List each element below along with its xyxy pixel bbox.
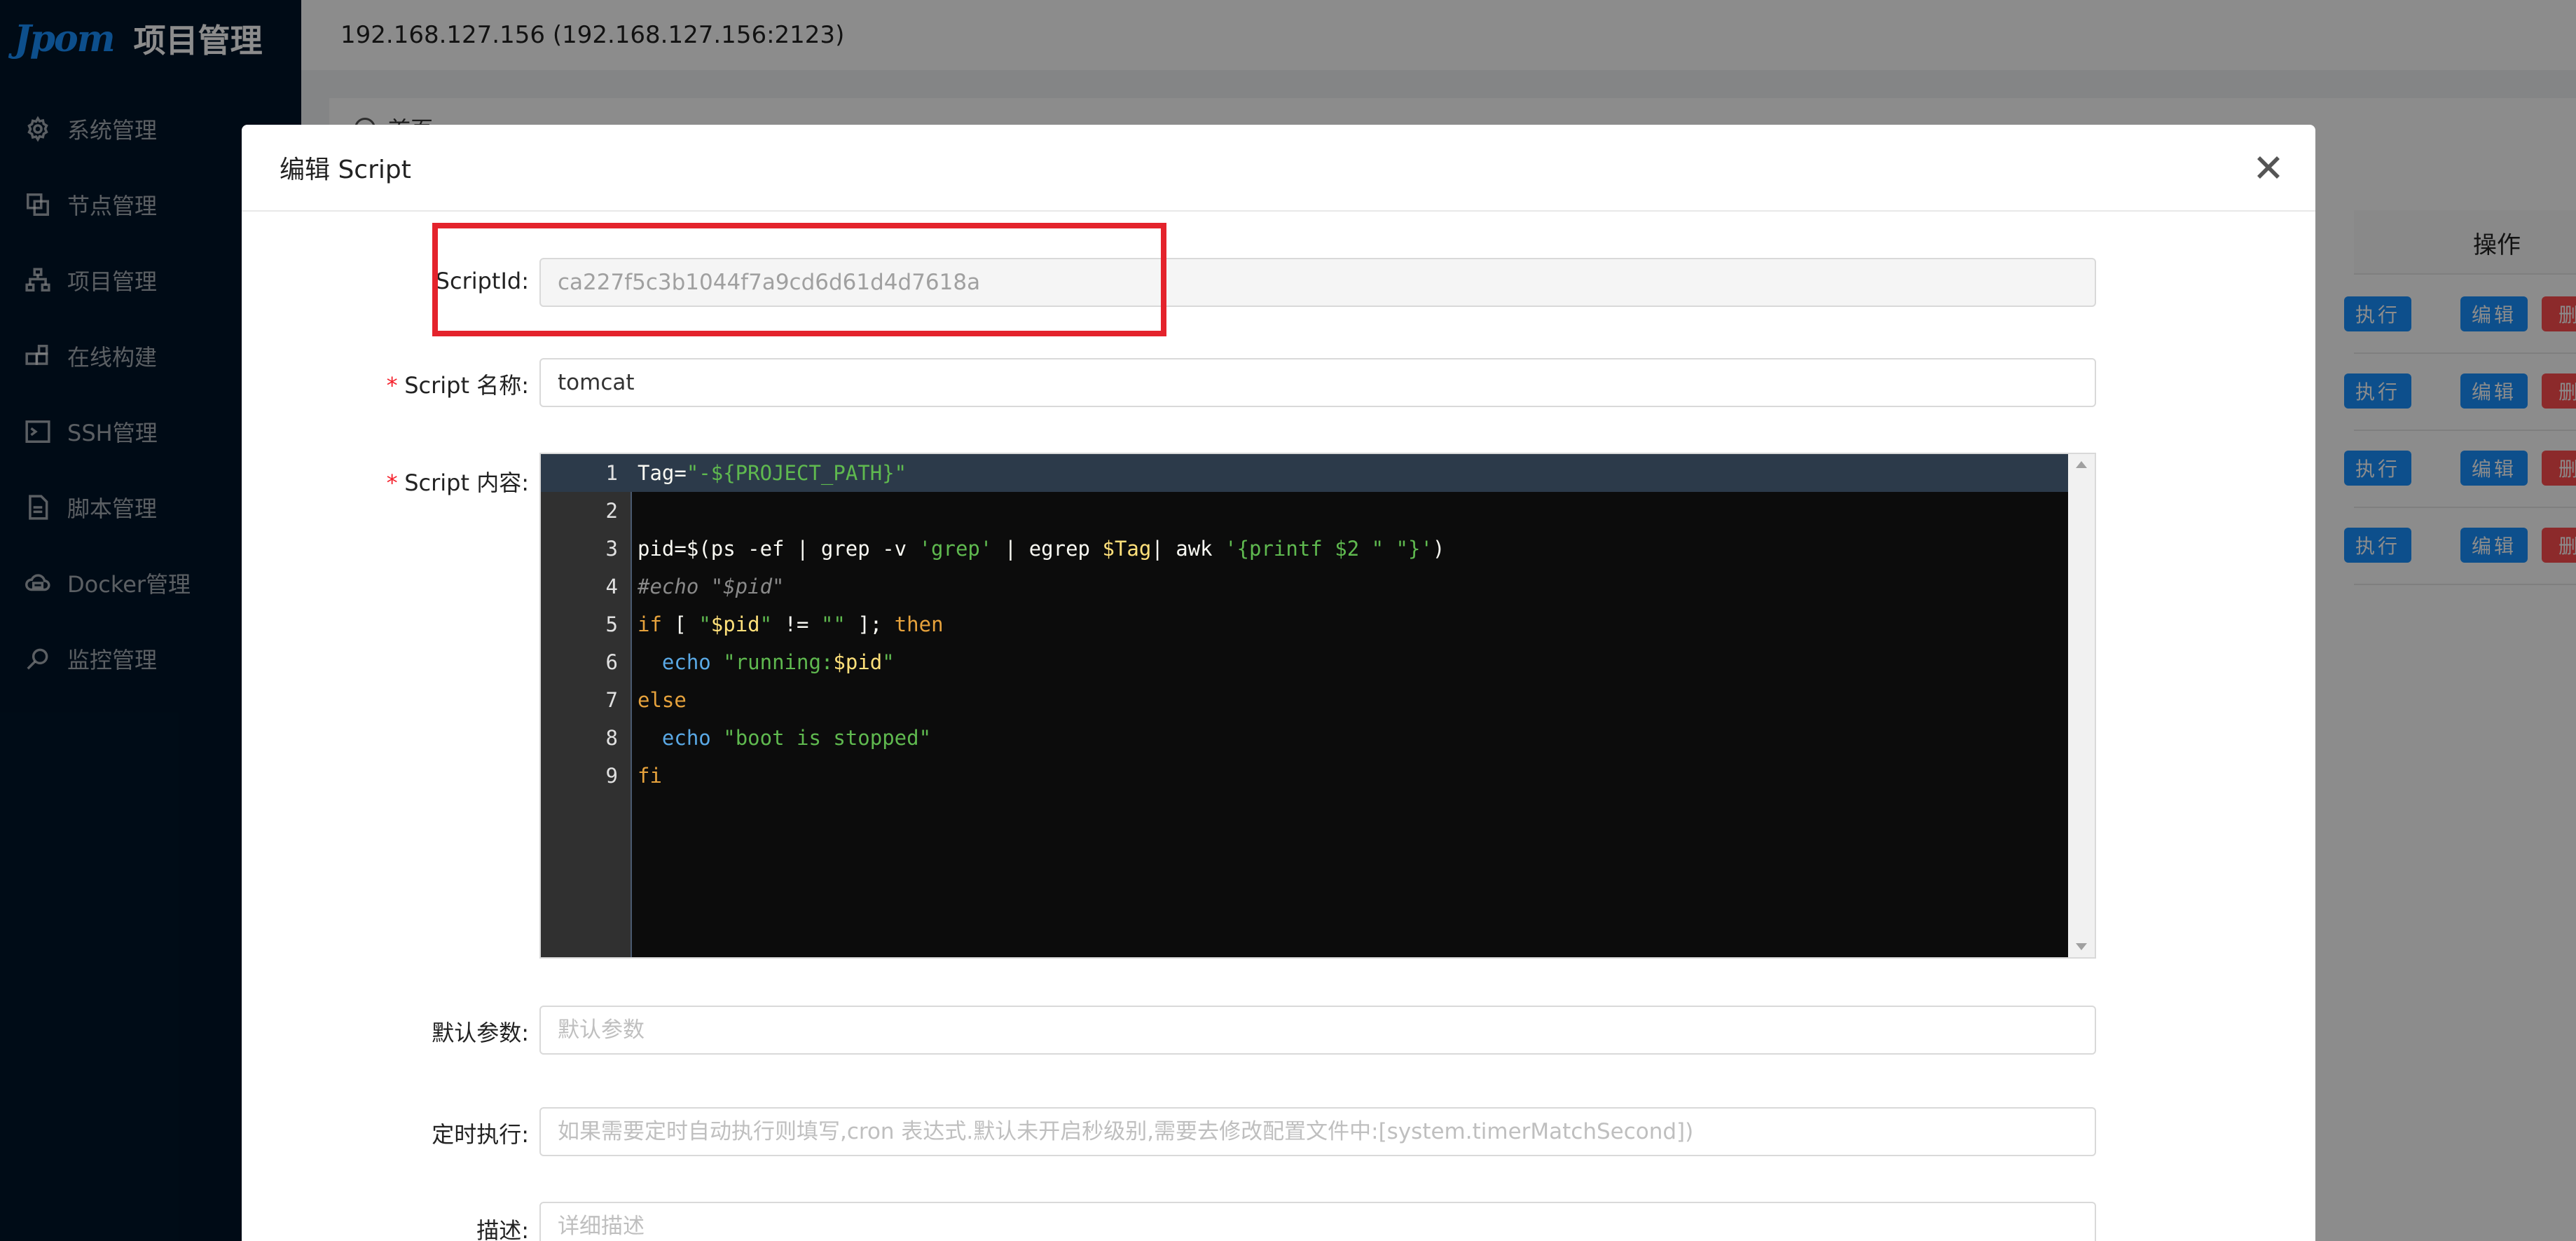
editor-scrollbar[interactable] bbox=[2068, 454, 2095, 957]
code-text: echo "running:$pid" bbox=[661, 650, 895, 674]
code-text: pid=$(ps -ef | grep -v 'grep' | egrep $T… bbox=[638, 537, 1445, 561]
code-line[interactable]: 1 Tag="-${PROJECT_PATH}" bbox=[541, 454, 2069, 492]
line-number: 6 bbox=[605, 650, 618, 674]
script-name-input[interactable]: tomcat bbox=[539, 358, 2096, 407]
code-text: fi bbox=[638, 764, 662, 788]
code-line[interactable]: 3 pid=$(ps -ef | grep -v 'grep' | egrep $… bbox=[541, 530, 2069, 568]
line-number: 5 bbox=[605, 612, 618, 636]
highlight-annotation bbox=[432, 223, 1166, 336]
line-number: 4 bbox=[605, 575, 618, 598]
description-textarea[interactable]: 详细描述 bbox=[539, 1202, 2096, 1241]
script-name-label: * Script 名称: bbox=[385, 372, 529, 399]
cron-input[interactable]: 如果需要定时自动执行则填写,cron 表达式.默认未开启秒级别,需要去修改配置文… bbox=[539, 1107, 2096, 1156]
modal-title: 编辑 Script bbox=[280, 156, 411, 184]
edit-script-modal: 编辑 Script ScriptId: ca227f5c3b1044f7a9cd… bbox=[242, 125, 2315, 1241]
line-number: 9 bbox=[605, 764, 618, 788]
script-code-editor[interactable]: 1 Tag="-${PROJECT_PATH}" 2 3 pid=$(ps -ef | … bbox=[539, 453, 2096, 959]
code-text: echo "boot is stopped" bbox=[661, 726, 932, 750]
line-number: 1 bbox=[605, 461, 618, 485]
code-line[interactable]: 6 echo "running:$pid" bbox=[541, 643, 2069, 681]
default-args-input[interactable]: 默认参数 bbox=[539, 1006, 2096, 1055]
cron-label: 定时执行: bbox=[432, 1121, 529, 1148]
code-line[interactable]: 2 bbox=[541, 492, 2069, 530]
scroll-up-icon[interactable] bbox=[2076, 461, 2087, 468]
code-text: #echo "$pid" bbox=[638, 575, 785, 598]
script-content-label: * Script 内容: bbox=[385, 469, 529, 496]
code-line[interactable]: 9 fi bbox=[541, 757, 2069, 795]
code-line[interactable]: 8 echo "boot is stopped" bbox=[541, 719, 2069, 757]
code-line[interactable]: 7 else bbox=[541, 681, 2069, 719]
description-label: 描述: bbox=[476, 1217, 529, 1241]
default-args-label: 默认参数: bbox=[432, 1020, 529, 1046]
line-number: 7 bbox=[605, 688, 618, 712]
line-number: 8 bbox=[605, 726, 618, 750]
code-line[interactable]: 4 #echo "$pid" bbox=[541, 568, 2069, 605]
code-text: else bbox=[638, 688, 687, 712]
line-number: 3 bbox=[605, 537, 618, 561]
code-text: Tag="-${PROJECT_PATH}" bbox=[638, 461, 907, 485]
close-icon[interactable] bbox=[2254, 153, 2283, 182]
code-line[interactable]: 5 if [ "$pid" != "" ]; then bbox=[541, 605, 2069, 643]
line-number: 2 bbox=[605, 499, 618, 523]
code-text: if [ "$pid" != "" ]; then bbox=[638, 612, 944, 636]
modal-header: 编辑 Script bbox=[242, 125, 2315, 212]
scroll-down-icon[interactable] bbox=[2076, 943, 2087, 950]
